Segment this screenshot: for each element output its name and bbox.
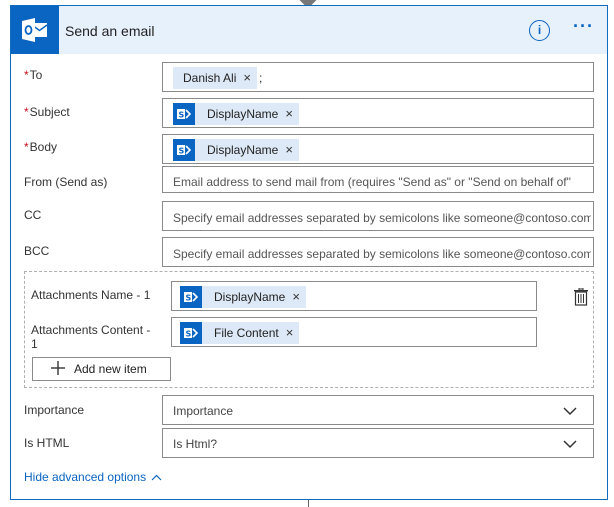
sharepoint-icon: S	[173, 103, 195, 125]
remove-token-icon[interactable]: ×	[285, 143, 293, 156]
token-label: DisplayName	[207, 107, 279, 121]
is-html-value: Is Html?	[173, 437, 218, 451]
to-recipient-token: Danish Ali ×	[173, 67, 257, 89]
action-header[interactable]: Send an email i ···	[11, 6, 607, 54]
attachments-group: Attachments Name - 1 S DisplayName × Att…	[24, 271, 594, 388]
bcc-label: BCC	[24, 244, 50, 258]
required-mark: *	[24, 105, 29, 119]
cc-label: CC	[24, 208, 42, 222]
cc-placeholder: Specify email addresses separated by sem…	[173, 211, 591, 225]
token-label: File Content	[214, 326, 279, 340]
trash-icon[interactable]	[573, 287, 589, 306]
cc-field[interactable]: Specify email addresses separated by sem…	[162, 201, 594, 231]
chevron-down-icon	[563, 438, 577, 449]
from-placeholder: Email address to send mail from (require…	[173, 175, 571, 189]
token-label: DisplayName	[207, 143, 279, 157]
token-label: Danish Ali	[183, 71, 237, 85]
importance-dropdown[interactable]: Importance	[162, 395, 594, 425]
to-label-text: To	[29, 68, 43, 82]
attachments-content-token: S File Content ×	[180, 322, 300, 344]
body-label: *Body	[24, 140, 57, 154]
body-label-text: Body	[29, 140, 58, 154]
attachments-content-label: Attachments Content - 1	[31, 323, 150, 351]
subject-field[interactable]: S DisplayName ×	[162, 98, 594, 128]
attachments-content-label-line2: 1	[31, 337, 38, 351]
importance-value: Importance	[173, 404, 234, 418]
subject-token: S DisplayName ×	[173, 103, 299, 125]
attachments-name-field[interactable]: S DisplayName ×	[171, 281, 537, 311]
svg-text:S: S	[179, 111, 185, 120]
attachments-name-token: S DisplayName ×	[180, 286, 306, 308]
svg-text:S: S	[186, 294, 192, 303]
is-html-dropdown[interactable]: Is Html?	[162, 428, 594, 458]
attachments-content-field[interactable]: S File Content ×	[171, 317, 537, 347]
flow-connector-bottom	[308, 500, 309, 507]
chevron-down-icon	[563, 405, 577, 416]
hide-advanced-options-link[interactable]: Hide advanced options	[24, 470, 162, 484]
body-token: S DisplayName ×	[173, 139, 299, 161]
remove-token-icon[interactable]: ×	[243, 71, 251, 84]
to-label: *To	[24, 68, 42, 82]
token-label: DisplayName	[214, 290, 286, 304]
from-field[interactable]: Email address to send mail from (require…	[162, 166, 594, 193]
info-icon[interactable]: i	[529, 20, 550, 41]
action-title: Send an email	[65, 23, 155, 39]
required-mark: *	[24, 140, 29, 154]
from-label: From (Send as)	[24, 175, 108, 189]
attachments-content-label-line1: Attachments Content -	[31, 323, 151, 337]
to-field[interactable]: Danish Ali × ;	[162, 62, 594, 92]
attachments-name-label: Attachments Name - 1	[31, 288, 151, 302]
add-new-item-button[interactable]: Add new item	[32, 357, 171, 381]
chevron-up-icon	[151, 474, 162, 480]
recipient-separator: ;	[259, 71, 263, 85]
svg-text:S: S	[179, 147, 185, 156]
importance-label: Importance	[24, 403, 85, 417]
required-mark: *	[24, 68, 29, 82]
sharepoint-icon: S	[173, 139, 195, 161]
bcc-placeholder: Specify email addresses separated by sem…	[173, 247, 591, 261]
svg-text:S: S	[186, 330, 192, 339]
remove-token-icon[interactable]: ×	[292, 290, 300, 303]
sharepoint-icon: S	[180, 322, 202, 344]
outlook-icon	[11, 6, 59, 54]
more-options-icon[interactable]: ···	[573, 16, 594, 37]
sharepoint-icon: S	[180, 286, 202, 308]
remove-token-icon[interactable]: ×	[285, 107, 293, 120]
remove-token-icon[interactable]: ×	[286, 326, 294, 339]
is-html-label: Is HTML	[24, 436, 70, 450]
hide-advanced-options-label: Hide advanced options	[24, 470, 147, 484]
send-email-action-card: Send an email i ··· *To Danish Ali × ; *…	[10, 5, 608, 500]
bcc-field[interactable]: Specify email addresses separated by sem…	[162, 237, 594, 267]
add-new-item-label: Add new item	[74, 362, 147, 376]
plus-icon	[51, 361, 65, 377]
body-field[interactable]: S DisplayName ×	[162, 134, 594, 164]
subject-label-text: Subject	[29, 105, 70, 119]
subject-label: *Subject	[24, 105, 70, 119]
